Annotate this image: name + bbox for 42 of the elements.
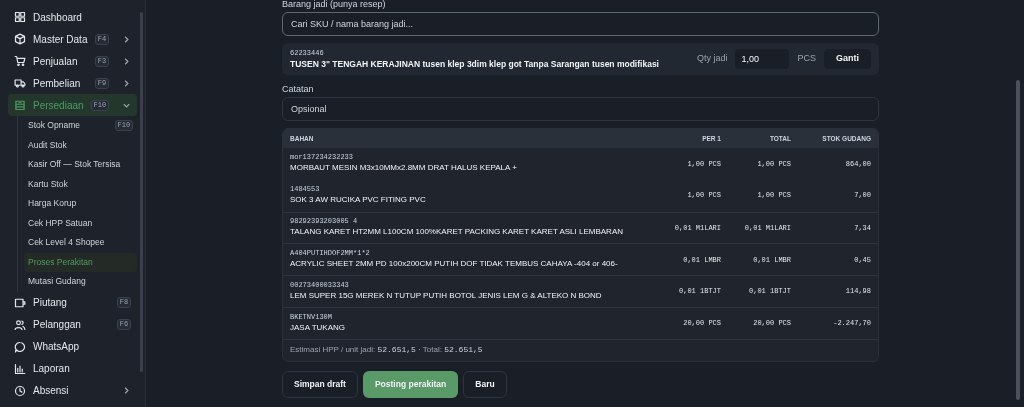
grid-icon xyxy=(14,11,26,23)
sidebar-subitem[interactable]: Cek Level 4 Shopee xyxy=(24,233,138,253)
scrollbar[interactable] xyxy=(140,12,143,372)
sidebar-item[interactable]: Dashboard xyxy=(8,6,138,28)
secondary-button[interactable]: Baru xyxy=(463,370,507,398)
sidebar-subitem[interactable]: Kasir Off — Stok Tersisa xyxy=(24,155,138,175)
material-name: JASA TUKANG xyxy=(290,321,346,334)
truck-icon xyxy=(14,77,26,89)
cart-icon xyxy=(14,55,26,67)
sidebar-subitem[interactable]: Audit Stok xyxy=(24,135,138,155)
estimate-text: Estimasi HPP / unit jadi: 52.651,5 · Total: 52.651,5 xyxy=(290,344,483,357)
change-button[interactable]: Ganti xyxy=(824,49,871,69)
scrollbar[interactable] xyxy=(1016,80,1020,400)
users-icon xyxy=(14,318,26,331)
unit-label: PCS xyxy=(797,52,816,66)
sidebar-item[interactable]: Absensi xyxy=(8,379,138,402)
qty-label: Qty jadi xyxy=(696,52,728,66)
notes-field[interactable]: Opsional xyxy=(282,97,879,121)
sidebar-item[interactable]: WhatsApp xyxy=(8,335,138,358)
wallet-icon xyxy=(14,296,26,309)
sidebar-subitem[interactable]: Proses Perakitan xyxy=(24,252,138,272)
secondary-button[interactable]: Simpan draft xyxy=(282,370,358,398)
box-icon xyxy=(14,33,26,45)
sidebar-subitem[interactable]: Harga Korup xyxy=(24,194,138,214)
archive-icon xyxy=(14,99,26,111)
material-name: MORBAUT MESIN M3x10MMx2.8MM DRAT HALUS KEPALA + xyxy=(290,162,518,175)
chat-icon xyxy=(14,340,26,353)
field-label: Catatan xyxy=(282,84,315,94)
product-name: TUSEN 3" TENGAH KERAJINAN tusen klep 3dim klep got Tanpa Sarangan tusen modifikasi xyxy=(290,57,660,70)
sidebar-subitem[interactable]: Mutasi Gudang xyxy=(24,272,138,292)
clock-icon xyxy=(14,384,26,397)
material-name: LEM SUPER 15G MEREK N TUTUP PUTIH BOTOL JENIS LEM G & ALTEKO N BOND xyxy=(290,290,603,303)
sidebar-subitem[interactable]: Cek HPP Satuan xyxy=(24,213,138,233)
material-name: ACRYLIC SHEET 2MM PD 100x200CM PUTIH DOF TIDAK TEMBUS CAHAYA -404 or 406- xyxy=(290,258,619,271)
sidebar-item[interactable]: Laporan xyxy=(8,357,138,380)
field-label: Barang jadi (punya resep) xyxy=(282,0,387,11)
search-field[interactable]: Cari SKU / nama barang jadi... xyxy=(282,12,879,36)
sidebar-subitem[interactable]: Kartu Stok xyxy=(24,174,138,194)
material-name: SOK 3 AW RUCIKA PVC FITING PVC xyxy=(290,194,427,207)
bar-chart-icon xyxy=(14,362,26,375)
qty-field[interactable]: 1,00 xyxy=(735,49,790,69)
material-name: TALANG KARET HT2MM L100CM 100%KARET PACKING KARET KARET ASLI LEMBARAN xyxy=(290,226,624,239)
